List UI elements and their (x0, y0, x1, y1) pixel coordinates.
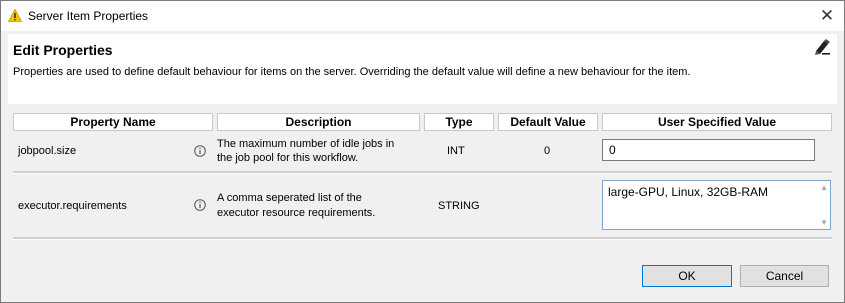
column-header-type: Type (424, 113, 494, 131)
textarea-scrollbar[interactable]: ▲ ▼ (816, 183, 828, 227)
page-title: Edit Properties (13, 42, 113, 58)
dialog-window: Server Item Properties ✕ Edit Properties… (0, 0, 845, 303)
type-cell: INT (447, 145, 465, 157)
scroll-down-icon[interactable]: ▼ (820, 218, 828, 227)
close-button[interactable]: ✕ (816, 5, 838, 27)
user-value-textarea[interactable]: large-GPU, Linux, 32GB-RAM ▲ ▼ (602, 180, 831, 230)
title-bar: Server Item Properties ✕ (1, 1, 844, 31)
description-cell-line1: The maximum number of idle jobs in (217, 138, 395, 150)
info-icon[interactable] (194, 145, 206, 157)
user-value-input[interactable] (602, 139, 815, 161)
warning-triangle-icon (8, 9, 22, 22)
close-icon: ✕ (819, 6, 835, 25)
type-cell: STRING (438, 200, 480, 212)
property-name-cell: executor.requirements (18, 200, 127, 212)
properties-table: Property Name Description Type Default V… (11, 113, 834, 241)
ok-button[interactable]: OK (642, 265, 732, 287)
scroll-up-icon[interactable]: ▲ (820, 183, 828, 192)
user-value-text: large-GPU, Linux, 32GB-RAM (608, 185, 769, 199)
edit-pencil-icon (815, 39, 830, 55)
info-icon[interactable] (194, 199, 206, 211)
row-divider (13, 171, 832, 174)
description-cell-line2: the job pool for this workflow. (217, 152, 359, 164)
description-cell-line2: executor resource requirements. (217, 207, 376, 219)
column-header-description: Description (217, 113, 420, 131)
column-header-property-name: Property Name (13, 113, 213, 131)
cancel-button[interactable]: Cancel (740, 265, 829, 287)
header-panel: Edit Properties Properties are used to d… (8, 34, 837, 104)
column-header-user-specified-value: User Specified Value (602, 113, 832, 131)
default-value-cell: 0 (544, 145, 551, 157)
column-header-default-value: Default Value (498, 113, 598, 131)
page-description: Properties are used to define default be… (13, 66, 691, 78)
description-cell-line1: A comma seperated list of the (217, 192, 362, 204)
row-divider (13, 237, 832, 240)
window-title: Server Item Properties (28, 9, 149, 23)
property-name-cell: jobpool.size (18, 145, 77, 157)
